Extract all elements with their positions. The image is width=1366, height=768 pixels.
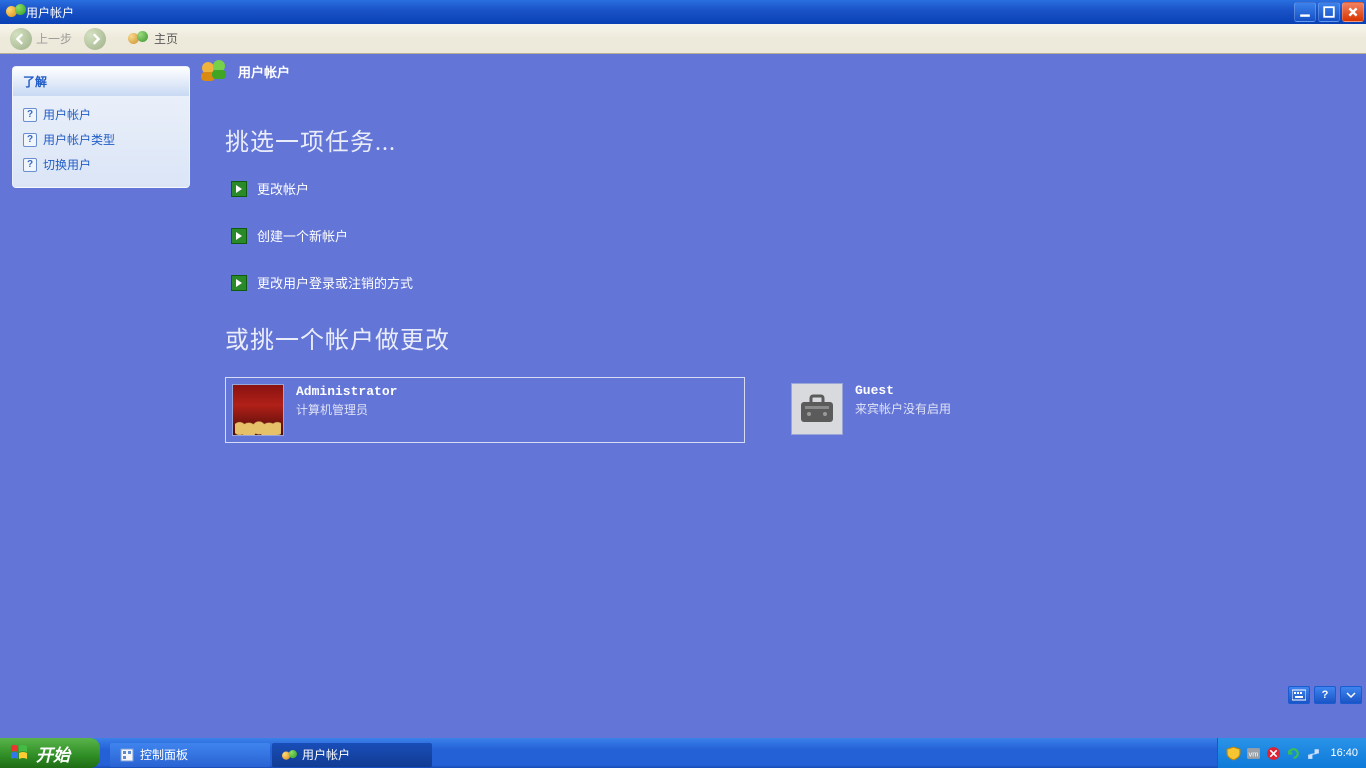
learn-panel-header: 了解 (13, 67, 189, 96)
task-change-account[interactable]: 更改帐户 (231, 179, 1338, 198)
forward-icon (84, 28, 106, 50)
sidebar-item-account-types[interactable]: ? 用户帐户类型 (17, 127, 185, 152)
task-label: 更改用户登录或注销的方式 (257, 273, 413, 292)
learn-panel: 了解 ? 用户帐户 ? 用户帐户类型 ? 切换用户 (12, 66, 190, 188)
help-icon: ? (23, 133, 37, 147)
tray-sync-icon[interactable] (1286, 746, 1301, 761)
account-role: 计算机管理员 (296, 401, 397, 418)
account-status: 来宾帐户没有启用 (855, 400, 951, 417)
back-icon (10, 28, 32, 50)
task-label: 创建一个新帐户 (257, 226, 348, 245)
content-area: 了解 ? 用户帐户 ? 用户帐户类型 ? 切换用户 用户帐户 (0, 54, 1366, 738)
taskbar: 开始 控制面板 用户帐户 vm 16:40 (0, 738, 1366, 768)
taskbar-task-label: 控制面板 (140, 746, 188, 763)
back-label: 上一步 (36, 30, 72, 47)
home-button[interactable]: 主页 (124, 28, 182, 49)
ime-keyboard-button[interactable] (1288, 686, 1310, 704)
window-titlebar: 用户帐户 (0, 0, 1366, 24)
account-picture-icon (232, 384, 284, 436)
task-create-account[interactable]: 创建一个新帐户 (231, 226, 1338, 245)
task-heading: 挑选一项任务... (225, 122, 1338, 157)
users-icon (198, 60, 228, 82)
app-icon (6, 4, 22, 20)
sidebar-item-user-accounts[interactable]: ? 用户帐户 (17, 102, 185, 127)
arrow-right-icon (231, 275, 247, 291)
taskbar-task-label: 用户帐户 (302, 746, 350, 763)
toolbar: 上一步 主页 (0, 24, 1366, 54)
pick-account-heading: 或挑一个帐户做更改 (225, 320, 1338, 355)
account-guest[interactable]: Guest 来宾帐户没有启用 (785, 377, 957, 443)
tray-security-icon[interactable] (1226, 746, 1241, 761)
ime-help-button[interactable]: ? (1314, 686, 1336, 704)
start-button[interactable]: 开始 (0, 738, 100, 768)
users-icon (282, 748, 296, 762)
system-tray: vm 16:40 (1217, 738, 1366, 768)
help-icon: ? (23, 158, 37, 172)
main-header-title: 用户帐户 (238, 62, 290, 81)
main-header: 用户帐户 (198, 60, 290, 82)
sidebar-item-label: 用户帐户类型 (43, 131, 115, 148)
minimize-button[interactable] (1294, 2, 1316, 22)
help-icon: ? (23, 108, 37, 122)
svg-text:vm: vm (1249, 749, 1259, 758)
account-picture-icon (791, 383, 843, 435)
back-button[interactable]: 上一步 (6, 26, 76, 52)
task-change-logon[interactable]: 更改用户登录或注销的方式 (231, 273, 1338, 292)
account-name: Administrator (296, 384, 397, 399)
taskbar-task-user-accounts[interactable]: 用户帐户 (272, 743, 432, 767)
home-label: 主页 (154, 30, 178, 47)
task-label: 更改帐户 (257, 179, 309, 198)
account-name: Guest (855, 383, 951, 398)
tray-vm-icon[interactable]: vm (1246, 746, 1261, 761)
tray-network-icon[interactable] (1306, 746, 1321, 761)
tray-clock[interactable]: 16:40 (1330, 747, 1358, 759)
ime-options-button[interactable] (1340, 686, 1362, 704)
arrow-right-icon (231, 228, 247, 244)
tray-alert-icon[interactable] (1266, 746, 1281, 761)
start-label: 开始 (36, 741, 70, 766)
main-body: 挑选一项任务... 更改帐户 创建一个新帐户 更改用户登录或注销的方式 或挑一个… (225, 122, 1338, 443)
sidebar-item-label: 用户帐户 (43, 106, 91, 123)
windows-logo-icon (10, 744, 30, 762)
maximize-button[interactable] (1318, 2, 1340, 22)
account-administrator[interactable]: Administrator 计算机管理员 (225, 377, 745, 443)
taskbar-task-control-panel[interactable]: 控制面板 (110, 743, 270, 767)
language-bar: ? (1288, 686, 1362, 704)
users-icon (128, 31, 150, 47)
close-button[interactable] (1342, 2, 1364, 22)
sidebar-item-label: 切换用户 (43, 156, 91, 173)
sidebar-item-switch-user[interactable]: ? 切换用户 (17, 152, 185, 177)
forward-button[interactable] (80, 26, 110, 52)
control-panel-icon (120, 748, 134, 762)
window-title: 用户帐户 (26, 4, 74, 21)
arrow-right-icon (231, 181, 247, 197)
